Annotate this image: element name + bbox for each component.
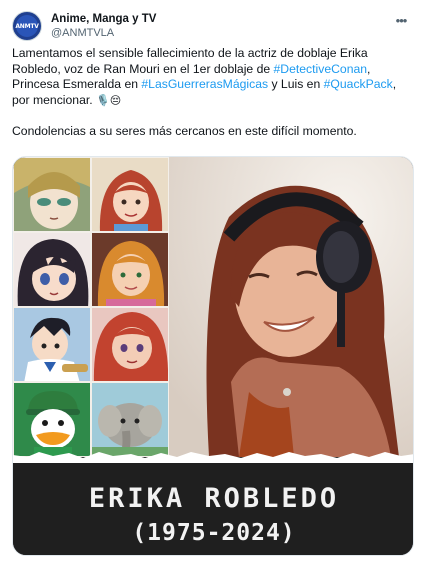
torn-paper-edge [13,452,413,463]
tweet-fragment: por mencionar. [12,92,93,107]
character-thumb-7 [13,382,91,457]
user-handle[interactable]: @ANMTVLA [51,26,156,40]
avatar-logo-text: ANMTV [15,22,39,30]
character-thumb-3 [13,232,91,307]
avatar-logo: ANMTV [15,15,39,37]
tweet-text: Lamentamos el sensible fallecimiento de … [12,46,412,140]
character-thumb-1 [13,157,91,232]
microphone-sad-emoji-icon: 🎙️😔 [96,94,122,107]
character-thumbnail-grid [13,157,169,457]
tweet-line: Robledo, voz de Ran Mouri en el 1er dobl… [12,62,412,78]
display-name[interactable]: Anime, Manga y TV [51,12,156,26]
hashtag-link[interactable]: #LasGuerrerasMágicas [141,77,268,91]
tweet-line: Lamentamos el sensible fallecimiento de … [12,46,368,60]
more-options-button[interactable]: ••• [392,12,410,28]
more-horizontal-icon: ••• [395,12,408,28]
tweet-header: ANMTV Anime, Manga y TV @ANMTVLA ••• [12,6,412,46]
tweet-line: Condolencias a su seres más cercanos en … [12,124,357,138]
character-thumb-5 [13,307,91,382]
tweet-fragment: y Luis en [268,77,324,91]
memorial-name: ERIKA ROBLEDO [88,483,340,514]
tweet-line: por mencionar. 🎙️😔 [12,93,412,110]
tweet-card[interactable]: ANMTV Anime, Manga y TV @ANMTVLA ••• Lam… [0,0,424,565]
author-names: Anime, Manga y TV @ANMTVLA [51,12,156,40]
hashtag-link[interactable]: #QuackPack [324,77,393,91]
tweet-media-image[interactable]: ERIKA ROBLEDO (1975-2024) [12,156,414,556]
character-thumb-4 [91,232,169,307]
avatar[interactable]: ANMTV [12,11,42,41]
character-thumb-2 [91,157,169,232]
portrait-photo [169,157,413,457]
tweet-fragment: Robledo, voz de Ran Mouri en el 1er dobl… [12,61,274,76]
hashtag-link[interactable]: #DetectiveConan [274,62,368,76]
tweet-fragment: Princesa Esmeralda en [12,77,142,91]
character-thumb-6 [91,307,169,382]
tweet-fragment: , [392,77,397,91]
tweet-line: Princesa Esmeralda en #LasGuerrerasMágic… [12,77,412,93]
memorial-banner: ERIKA ROBLEDO (1975-2024) [13,452,413,555]
memorial-years: (1975-2024) [132,520,296,546]
tweet-fragment: , [367,61,371,76]
character-thumb-8 [91,382,169,457]
